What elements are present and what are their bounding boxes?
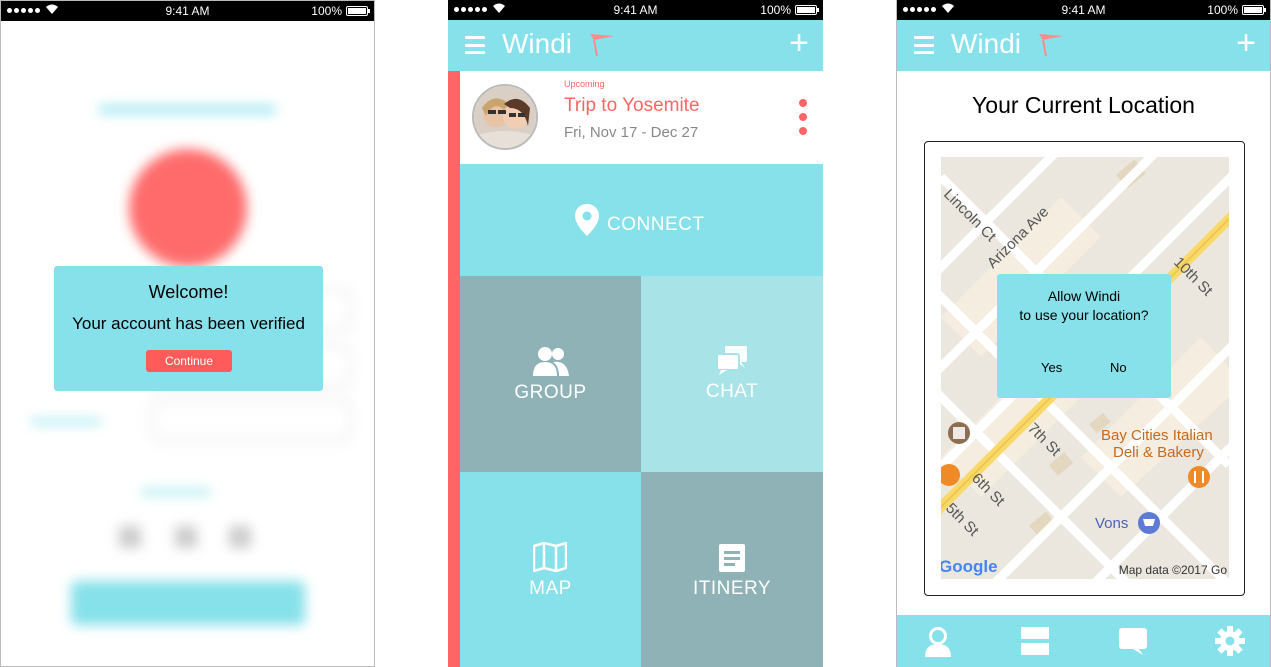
trip-status-label: Upcoming <box>564 79 605 89</box>
place-label: Vons <box>1095 515 1128 532</box>
messages-icon[interactable] <box>1117 625 1149 657</box>
trip-dashboard-screen: 9:41 AM 100% Windi + Upcoming Trip to Yo… <box>448 0 823 667</box>
permission-message: to use your location? <box>1019 307 1149 323</box>
blurred-social-icon <box>175 526 197 548</box>
blurred-button <box>71 581 305 625</box>
app-brand: Windi <box>951 28 1022 59</box>
blurred-avatar <box>129 149 247 267</box>
battery-icon <box>346 6 370 16</box>
trip-name: Trip to Yosemite <box>564 95 700 116</box>
connect-label: CONNECT <box>607 214 705 235</box>
chat-icon <box>716 346 747 375</box>
profile-icon[interactable] <box>922 625 954 657</box>
location-permission-dialog: Allow Windi to use your location? Yes No <box>997 274 1171 398</box>
page-title: Your Current Location <box>972 92 1195 118</box>
status-bar: 9:41 AM 100% <box>897 0 1270 20</box>
blurred-social-icon <box>229 526 251 548</box>
app-header: Windi + <box>897 20 1270 71</box>
blurred-social-icon <box>119 526 141 548</box>
allow-yes-button[interactable]: Yes <box>1041 360 1062 375</box>
place-label: Bay Cities Italian <box>1101 427 1213 444</box>
document-icon <box>719 544 745 572</box>
trip-dates: Fri, Nov 17 - Dec 27 <box>564 124 699 141</box>
permission-message: Allow Windi <box>1047 288 1121 304</box>
connect-tile[interactable]: CONNECT <box>460 164 823 276</box>
add-icon[interactable]: + <box>1236 26 1256 60</box>
allow-no-button[interactable]: No <box>1110 360 1127 375</box>
group-tile[interactable]: GROUP <box>460 276 641 472</box>
blurred-field <box>151 399 351 441</box>
add-icon[interactable]: + <box>789 26 809 60</box>
menu-icon[interactable] <box>465 36 485 54</box>
chat-tile[interactable]: CHAT <box>641 276 823 472</box>
list-view-icon[interactable] <box>1019 625 1051 657</box>
group-label: GROUP <box>514 382 587 403</box>
battery-percent: 100% <box>760 3 791 17</box>
map-tile[interactable]: MAP <box>460 472 641 667</box>
app-header: Windi + <box>448 20 823 71</box>
kite-logo-icon <box>1039 34 1063 57</box>
location-permission-screen: 9:41 AM 100% Windi + Your Current Locati… <box>896 0 1271 667</box>
blurred-label: ▬▬▬▬▬ <box>141 481 211 497</box>
location-pin-icon <box>575 204 599 236</box>
battery-percent: 100% <box>1207 3 1238 17</box>
blurred-title: ▬▬▬▬▬▬▬▬ <box>99 93 276 118</box>
status-bar: 9:41 AM 100% <box>1 1 374 21</box>
welcome-title: Welcome! <box>148 282 229 302</box>
menu-icon[interactable] <box>914 36 934 54</box>
battery-percent: 100% <box>311 4 342 18</box>
bottom-tab-bar <box>897 615 1270 667</box>
itinerary-label: ITINERY <box>692 578 772 599</box>
status-bar: 9:41 AM 100% <box>448 0 823 20</box>
screens-canvas: 9:41 AM 100% ▬▬▬▬▬▬▬▬ ▬▬▬▬▬ ▬▬▬▬▬ Welcom… <box>0 0 1271 667</box>
trip-card[interactable]: Upcoming Trip to Yosemite Fri, Nov 17 - … <box>460 71 823 164</box>
battery-icon <box>1242 5 1266 15</box>
welcome-message: Your account has been verified <box>72 314 305 333</box>
app-brand: Windi <box>502 28 573 59</box>
place-label: Deli & Bakery <box>1113 444 1204 461</box>
group-icon <box>533 347 569 376</box>
accent-bar <box>448 71 460 667</box>
map-label: MAP <box>529 578 572 599</box>
chat-label: CHAT <box>705 381 759 402</box>
map-attribution: Map data ©2017 Go <box>1118 563 1227 577</box>
battery-icon <box>795 5 819 15</box>
blurred-label: ▬▬▬▬▬ <box>31 411 101 427</box>
trip-avatar <box>472 84 538 150</box>
settings-gear-icon[interactable] <box>1214 625 1246 657</box>
kite-logo-icon <box>590 34 614 57</box>
itinerary-tile[interactable]: ITINERY <box>641 472 823 667</box>
more-options-icon[interactable] <box>799 99 807 135</box>
restaurant-icon <box>1188 466 1210 488</box>
map-icon <box>533 542 567 572</box>
continue-button[interactable]: Continue <box>146 350 232 372</box>
welcome-screen: 9:41 AM 100% ▬▬▬▬▬▬▬▬ ▬▬▬▬▬ ▬▬▬▬▬ Welcom… <box>0 0 375 667</box>
map-logo: Google <box>941 557 998 576</box>
welcome-dialog: Welcome! Your account has been verified … <box>54 266 323 391</box>
